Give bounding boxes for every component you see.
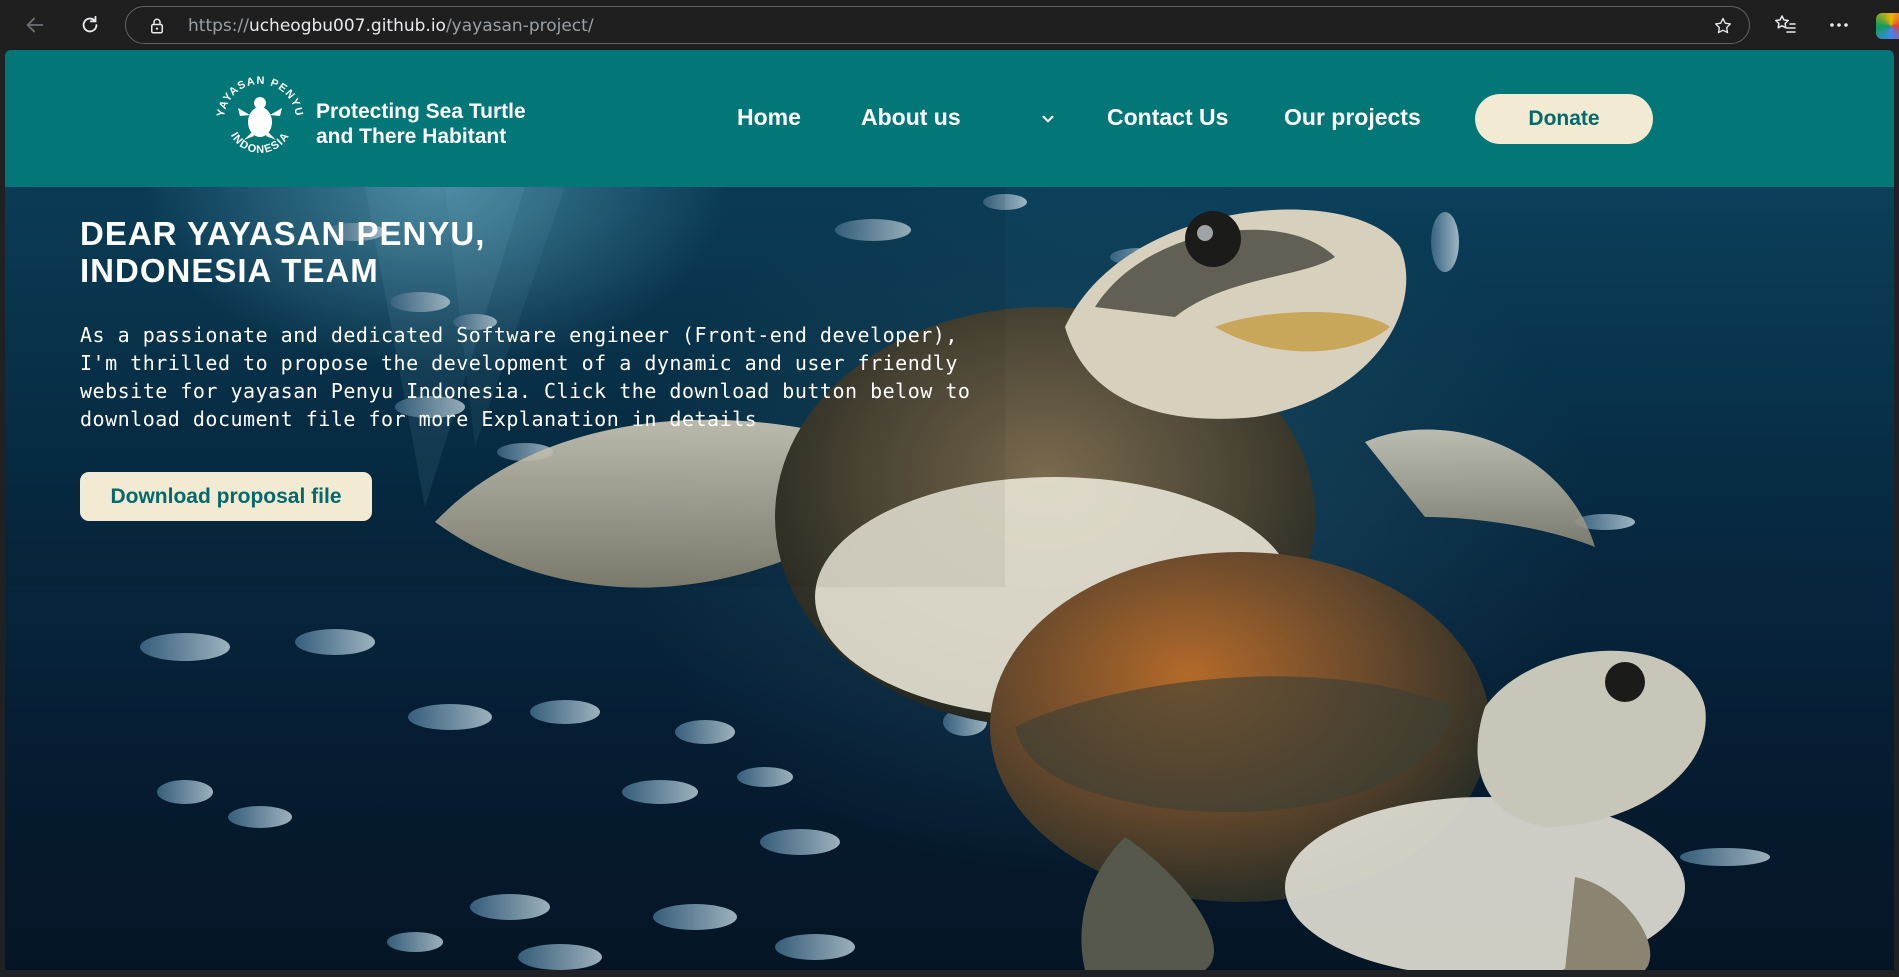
brand-line-1: Protecting Sea Turtle — [316, 100, 526, 123]
brand-line-2: and There Habitant — [316, 125, 507, 148]
favorites-button[interactable] — [1772, 12, 1798, 38]
donate-button[interactable]: Donate — [1475, 94, 1653, 144]
chevron-down-icon[interactable] — [1039, 110, 1057, 128]
nav-home[interactable]: Home — [737, 104, 801, 131]
copilot-icon[interactable] — [1876, 13, 1899, 39]
address-bar[interactable]: https://ucheogbu007.github.io/yayasan-pr… — [125, 6, 1750, 44]
lock-icon[interactable] — [148, 17, 166, 35]
hero-section: DEAR YAYASAN PENYU, INDONESIA TEAM As a … — [5, 187, 1894, 970]
reload-button[interactable] — [75, 10, 105, 40]
more-options-button[interactable] — [1826, 12, 1852, 38]
browser-toolbar: https://ucheogbu007.github.io/yayasan-pr… — [0, 0, 1899, 50]
hero-title: DEAR YAYASAN PENYU, INDONESIA TEAM — [80, 215, 680, 289]
hero-title-line-2: INDONESIA TEAM — [80, 252, 379, 289]
brand-name[interactable]: Protecting Sea Turtle and There Habitant — [316, 99, 616, 149]
hero-description: As a passionate and dedicated Software e… — [80, 323, 971, 431]
back-button[interactable] — [20, 10, 50, 40]
more-icon — [1830, 23, 1848, 27]
url-path: /yayasan-project/ — [445, 16, 594, 36]
download-proposal-button[interactable]: Download proposal file — [80, 472, 372, 521]
star-icon[interactable] — [1713, 16, 1733, 36]
sea-turtles-background-image — [5, 187, 1770, 970]
arrow-left-icon — [26, 17, 44, 33]
nav-contact-us[interactable]: Contact Us — [1107, 104, 1228, 131]
site-header: YAYASAN PENYU INDONESIA Protecting Sea T… — [5, 50, 1894, 187]
reload-icon — [82, 15, 98, 33]
nav-about-us[interactable]: About us — [861, 104, 961, 131]
hero-title-line-1: DEAR YAYASAN PENYU, — [80, 215, 486, 252]
url-prefix: https:// — [188, 16, 249, 36]
nav-our-projects[interactable]: Our projects — [1284, 104, 1421, 131]
favorites-list-icon — [1775, 15, 1796, 33]
url-host: ucheogbu007.github.io — [248, 16, 446, 36]
turtle-logo-icon[interactable]: YAYASAN PENYU INDONESIA — [210, 70, 310, 170]
website: YAYASAN PENYU INDONESIA Protecting Sea T… — [5, 50, 1894, 970]
url-text[interactable]: https://ucheogbu007.github.io/yayasan-pr… — [188, 16, 594, 36]
